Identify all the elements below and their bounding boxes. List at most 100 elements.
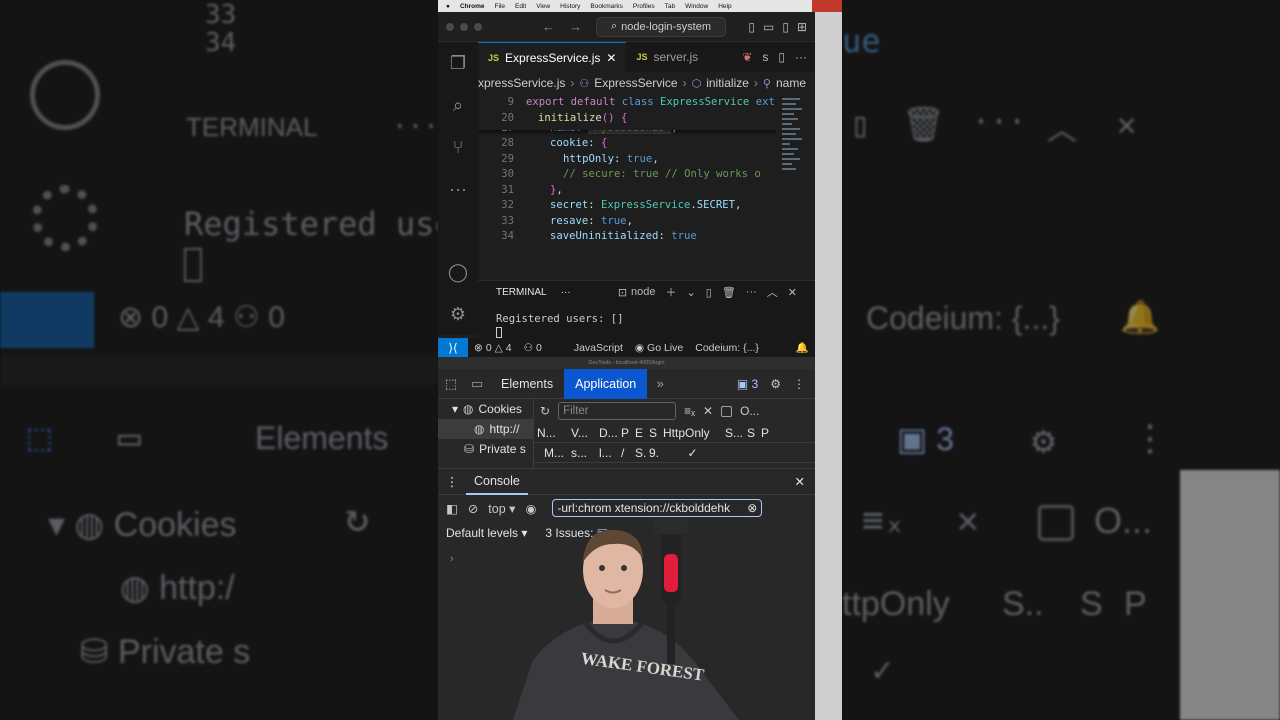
cell-size: 9. bbox=[649, 445, 660, 460]
col-secure[interactable]: S... bbox=[722, 426, 744, 440]
tab-console[interactable]: Console bbox=[466, 469, 528, 495]
menu-app-name[interactable]: Chrome bbox=[460, 3, 485, 10]
sidebar-toggle-icon[interactable]: ◧ bbox=[446, 501, 458, 516]
refresh-icon[interactable]: ↻ bbox=[540, 404, 550, 418]
bg-check-mark: ✓ bbox=[872, 650, 893, 690]
zoom-window-button[interactable] bbox=[474, 22, 482, 31]
col-samesite[interactable]: S bbox=[744, 426, 758, 440]
page-edge bbox=[815, 12, 842, 720]
more-tabs-icon[interactable]: » bbox=[647, 376, 673, 391]
tree-item-cookies[interactable]: ▾ ◍ Cookies bbox=[438, 399, 533, 419]
minimap[interactable] bbox=[778, 94, 808, 280]
issues-badge[interactable]: ▣ 3 bbox=[737, 377, 758, 391]
breadcrumb-property[interactable]: name bbox=[776, 76, 806, 90]
close-panel-icon[interactable]: ✕ bbox=[788, 286, 797, 299]
chevron-right-icon: › bbox=[570, 76, 575, 90]
tab-terminal[interactable]: TERMINAL bbox=[496, 287, 547, 298]
menu-help[interactable]: Help bbox=[718, 3, 731, 10]
col-httponly[interactable]: HttpOnly bbox=[660, 426, 722, 440]
table-row[interactable]: M... s... l... / S. 9. ✓ bbox=[534, 443, 815, 463]
menu-tab[interactable]: Tab bbox=[665, 3, 675, 10]
apple-icon[interactable]: ● bbox=[446, 3, 450, 10]
breadcrumb-class[interactable]: ExpressService bbox=[594, 76, 677, 90]
settings-gear-icon[interactable]: ⚙ bbox=[438, 293, 478, 335]
menu-profiles[interactable]: Profiles bbox=[633, 3, 655, 10]
overflow-tab-icon[interactable]: ❦ bbox=[742, 50, 752, 64]
background-right: ue ▯ 🗑 ··· ︿ ✕ Codeium: {...} 🔔 ▣ 3 ⚙ ⋮ … bbox=[842, 0, 1280, 720]
remote-indicator-icon[interactable]: ⟩⟨ bbox=[438, 338, 468, 357]
trash-icon[interactable]: 🗑 bbox=[722, 286, 736, 299]
line-number: 30 bbox=[501, 168, 514, 180]
delete-selected-icon[interactable]: ✕ bbox=[703, 404, 713, 418]
bell-icon[interactable]: 🔔 bbox=[790, 341, 815, 354]
language-mode[interactable]: JavaScript bbox=[568, 342, 629, 354]
more-icon[interactable]: ··· bbox=[561, 287, 571, 298]
terminal-output[interactable]: Registered users: [] bbox=[478, 303, 815, 341]
more-icon[interactable]: ··· bbox=[438, 168, 478, 210]
source-control-icon[interactable]: ⑂ bbox=[438, 126, 478, 168]
toggle-secondary-sidebar-icon[interactable]: ▯ bbox=[782, 20, 789, 34]
tab-application[interactable]: Application bbox=[564, 368, 648, 399]
col-name[interactable]: N... bbox=[534, 426, 568, 440]
settings-gear-icon[interactable]: ⚙ bbox=[770, 377, 781, 391]
cookie-filter-input[interactable]: Filter bbox=[558, 402, 677, 420]
menu-window[interactable]: Window bbox=[685, 3, 708, 10]
go-live-button[interactable]: ◉ Go Live bbox=[629, 342, 689, 354]
tree-item-cookie-origin[interactable]: ◍ http:// bbox=[438, 419, 533, 439]
tree-item-private-state[interactable]: ⛁ Private s bbox=[438, 439, 533, 459]
split-editor-icon[interactable]: ▯ bbox=[778, 50, 785, 64]
toggle-panel-icon[interactable]: ▭ bbox=[763, 20, 774, 34]
forward-arrow-icon[interactable]: → bbox=[569, 19, 582, 34]
minimap-line bbox=[782, 128, 800, 130]
menu-bookmarks[interactable]: Bookmarks bbox=[590, 3, 623, 10]
col-value[interactable]: V... bbox=[568, 426, 596, 440]
overflow-tab-label[interactable]: s bbox=[762, 50, 768, 64]
chevron-down-icon[interactable]: ⌄ bbox=[687, 286, 696, 299]
menu-view[interactable]: View bbox=[536, 3, 550, 10]
ports-status[interactable]: ⚇ 0 bbox=[518, 342, 548, 354]
line-number: 29 bbox=[501, 153, 514, 165]
kebab-menu-icon[interactable]: ⋮ bbox=[793, 377, 805, 391]
more-icon[interactable]: ··· bbox=[746, 286, 757, 298]
col-partition[interactable]: P bbox=[758, 426, 772, 440]
menu-file[interactable]: File bbox=[495, 3, 505, 10]
inspect-element-icon[interactable]: ⬚ bbox=[438, 376, 464, 392]
col-size[interactable]: S bbox=[646, 426, 660, 440]
back-arrow-icon[interactable]: ← bbox=[542, 19, 555, 34]
bg-devtools-chrome bbox=[0, 355, 438, 385]
close-window-button[interactable] bbox=[446, 22, 454, 31]
drawer-menu-icon[interactable]: ⋮ bbox=[438, 474, 466, 489]
breadcrumb-method[interactable]: initialize bbox=[706, 76, 749, 90]
chevron-up-icon[interactable]: ︿ bbox=[767, 284, 778, 300]
toggle-sidebar-icon[interactable]: ▯ bbox=[748, 20, 755, 34]
tab-elements[interactable]: Elements bbox=[490, 369, 564, 399]
terminal-shell-name[interactable]: node bbox=[631, 286, 655, 298]
minimize-window-button[interactable] bbox=[460, 22, 468, 31]
split-terminal-icon[interactable]: ▯ bbox=[706, 286, 712, 299]
close-tab-icon[interactable]: ✕ bbox=[606, 51, 616, 65]
breadcrumb-file[interactable]: xpressService.js bbox=[478, 76, 565, 90]
device-toolbar-icon[interactable]: ▭ bbox=[464, 376, 490, 392]
macos-menubar: ● Chrome File Edit View History Bookmark… bbox=[438, 0, 842, 12]
only-issues-checkbox[interactable] bbox=[721, 405, 733, 417]
new-terminal-icon[interactable]: ＋ bbox=[666, 284, 677, 300]
menu-edit[interactable]: Edit bbox=[515, 3, 526, 10]
col-expires[interactable]: E bbox=[632, 426, 646, 440]
more-actions-icon[interactable]: ··· bbox=[795, 50, 807, 64]
search-icon[interactable]: ⌕ bbox=[438, 84, 478, 126]
tab-expressservice[interactable]: JS ExpressService.js ✕ bbox=[478, 42, 627, 72]
codeium-status[interactable]: Codeium: {...} bbox=[689, 342, 765, 354]
clear-filtered-icon[interactable]: ≡ₓ bbox=[684, 404, 695, 418]
code-editor[interactable]: 26 this.app.use(session({ 27 name: 'MySe… bbox=[478, 94, 776, 280]
close-drawer-icon[interactable]: ✕ bbox=[795, 474, 815, 489]
account-icon[interactable]: ◯ bbox=[438, 251, 478, 293]
tab-server[interactable]: JS server.js bbox=[626, 42, 708, 72]
menu-history[interactable]: History bbox=[560, 3, 580, 10]
clear-console-icon[interactable]: ⊘ bbox=[468, 501, 478, 516]
col-domain[interactable]: D... bbox=[596, 426, 618, 440]
command-center-search[interactable]: ⌕ node-login-system bbox=[596, 16, 726, 37]
explorer-icon[interactable]: ❐ bbox=[438, 42, 478, 84]
col-path[interactable]: P bbox=[618, 426, 632, 440]
customize-layout-icon[interactable]: ⊞ bbox=[797, 20, 807, 34]
problems-status[interactable]: ⊗ 0 △ 4 bbox=[468, 342, 518, 354]
